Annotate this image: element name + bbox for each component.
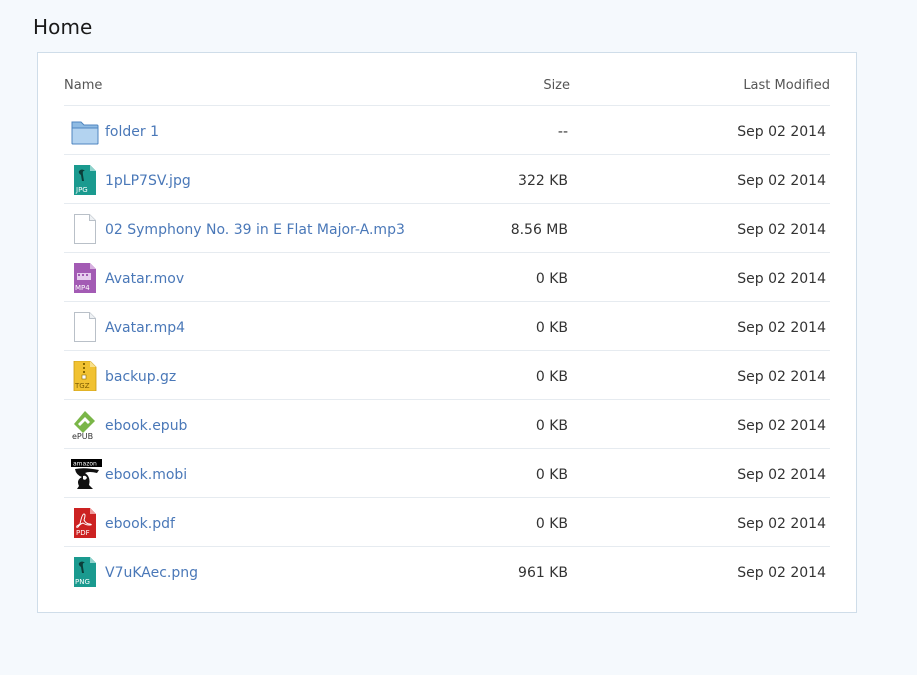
file-size: 0 KB	[535, 320, 568, 336]
table-row[interactable]: JPG 1pLP7SV.jpg 322 KB Sep 02 2014	[64, 155, 830, 204]
amazon-file-icon: amazon	[71, 459, 102, 489]
table-row[interactable]: 02 Symphony No. 39 in E Flat Major-A.mp3…	[64, 204, 830, 253]
table-row[interactable]: amazon ebook.mobi 0 KB Sep 02 2014	[64, 449, 830, 498]
file-name-link[interactable]: backup.gz	[105, 369, 176, 385]
file-name-link[interactable]: ebook.epub	[105, 418, 187, 434]
file-size: 322 KB	[518, 173, 568, 189]
page-title: Home	[33, 15, 93, 39]
folder-icon	[71, 116, 99, 146]
file-name-link[interactable]: ebook.mobi	[105, 467, 187, 483]
file-modified-date: Sep 02 2014	[737, 222, 826, 238]
table-header: Name Size Last Modified	[64, 53, 830, 106]
file-modified-date: Sep 02 2014	[737, 173, 826, 189]
table-row[interactable]: folder 1 -- Sep 02 2014	[64, 106, 830, 155]
png-icon-label: PNG	[75, 578, 90, 586]
file-name-link[interactable]: Avatar.mov	[105, 271, 184, 287]
file-name-link[interactable]: Avatar.mp4	[105, 320, 185, 336]
file-modified-date: Sep 02 2014	[737, 320, 826, 336]
table-row[interactable]: MP4 Avatar.mov 0 KB Sep 02 2014	[64, 253, 830, 302]
pdf-icon-label: PDF	[76, 529, 90, 537]
table-row[interactable]: TGZ backup.gz 0 KB Sep 02 2014	[64, 351, 830, 400]
file-name-link[interactable]: V7uKAec.png	[105, 565, 198, 581]
epub-icon-label: ePUB	[72, 432, 93, 440]
file-size: 8.56 MB	[510, 222, 568, 238]
file-size: 0 KB	[535, 369, 568, 385]
table-row[interactable]: PDF ebook.pdf 0 KB Sep 02 2014	[64, 498, 830, 547]
file-list-panel: Name Size Last Modified folder 1 -- Sep …	[37, 52, 857, 613]
file-size: 961 KB	[518, 565, 568, 581]
file-rows: folder 1 -- Sep 02 2014 JPG 1pLP7SV.jpg …	[64, 106, 830, 595]
file-modified-date: Sep 02 2014	[737, 369, 826, 385]
file-modified-date: Sep 02 2014	[737, 565, 826, 581]
jpg-icon-label: JPG	[75, 186, 88, 194]
file-size: 0 KB	[535, 516, 568, 532]
file-name-link[interactable]: 02 Symphony No. 39 in E Flat Major-A.mp3	[105, 222, 405, 238]
column-header-size[interactable]: Size	[543, 78, 570, 93]
file-name-link[interactable]: ebook.pdf	[105, 516, 175, 532]
file-name-link[interactable]: folder 1	[105, 124, 159, 140]
file-modified-date: Sep 02 2014	[737, 271, 826, 287]
file-size: 0 KB	[535, 271, 568, 287]
mp4-file-icon: MP4	[71, 263, 99, 293]
epub-file-icon: ePUB	[71, 410, 99, 441]
file-size: --	[557, 124, 568, 140]
mp4-icon-label: MP4	[75, 284, 90, 292]
file-modified-date: Sep 02 2014	[737, 516, 826, 532]
table-row[interactable]: ePUB ebook.epub 0 KB Sep 02 2014	[64, 400, 830, 449]
file-size: 0 KB	[535, 418, 568, 434]
file-modified-date: Sep 02 2014	[737, 124, 826, 140]
column-header-last-modified[interactable]: Last Modified	[743, 78, 830, 93]
jpg-file-icon: JPG	[71, 165, 99, 195]
table-row[interactable]: Avatar.mp4 0 KB Sep 02 2014	[64, 302, 830, 351]
file-modified-date: Sep 02 2014	[737, 467, 826, 483]
file-size: 0 KB	[535, 467, 568, 483]
file-modified-date: Sep 02 2014	[737, 418, 826, 434]
tgz-file-icon: TGZ	[71, 360, 99, 392]
column-header-name[interactable]: Name	[64, 78, 102, 93]
tgz-icon-label: TGZ	[74, 382, 90, 390]
amazon-icon-label: amazon	[73, 461, 97, 468]
generic-file-icon	[71, 214, 99, 244]
pdf-file-icon: PDF	[71, 508, 99, 538]
table-row[interactable]: PNG V7uKAec.png 961 KB Sep 02 2014	[64, 547, 830, 595]
generic-file-icon	[71, 312, 99, 342]
png-file-icon: PNG	[71, 557, 99, 587]
file-name-link[interactable]: 1pLP7SV.jpg	[105, 173, 191, 189]
